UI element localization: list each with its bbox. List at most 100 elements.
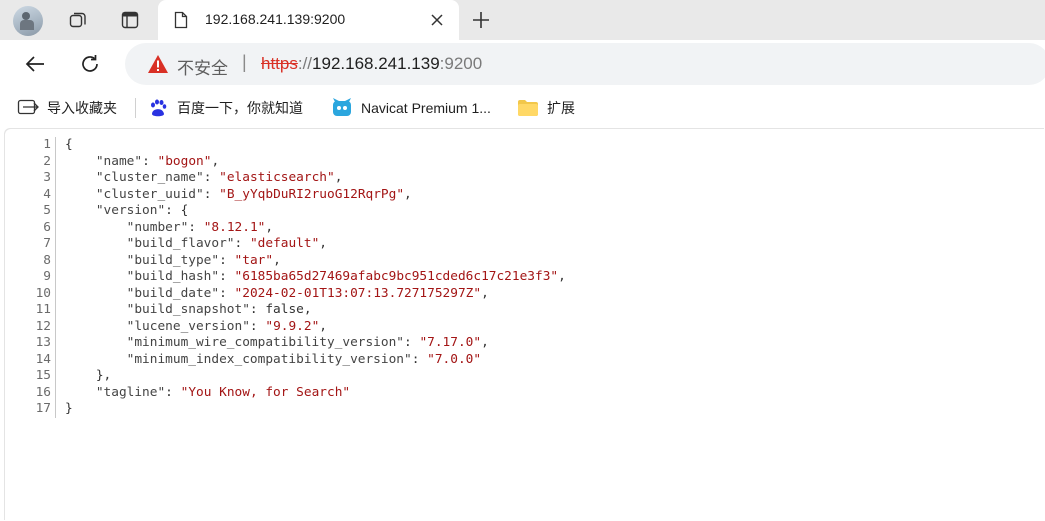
bookmarks-bar: 导入收藏夹 百度一下，你就知道 Navicat Premium 1... 扩展 [0, 88, 1045, 128]
bookmark-label: 百度一下，你就知道 [177, 100, 303, 116]
json-source-text: "name": "bogon", [95, 153, 220, 169]
bookmark-baidu[interactable]: 百度一下，你就知道 [147, 96, 303, 120]
workspaces-icon[interactable] [66, 8, 90, 32]
refresh-icon[interactable] [78, 52, 102, 76]
json-line: 11 "build_snapshot": false, [5, 302, 566, 319]
gutter-divider [55, 252, 56, 269]
gutter-divider [55, 318, 56, 335]
security-separator: | [242, 52, 247, 72]
gutter-divider [55, 351, 56, 368]
gutter-divider [55, 269, 56, 286]
line-number: 7 [43, 236, 51, 251]
gutter-divider [55, 368, 56, 385]
gutter-divider [55, 335, 56, 352]
gutter-divider [55, 401, 56, 418]
url-scheme-separator: :// [297, 54, 313, 73]
warning-triangle-icon[interactable] [147, 54, 169, 79]
gutter-divider [55, 302, 56, 319]
bookmark-navicat[interactable]: Navicat Premium 1... [331, 96, 491, 120]
gutter-divider [55, 153, 56, 170]
json-line: 5 "version": { [5, 203, 566, 220]
gutter-divider [55, 384, 56, 401]
navicat-icon [331, 97, 353, 119]
page-content: 1{2 "name": "bogon", 3 "cluster_name": "e… [5, 129, 1045, 521]
json-line: 7 "build_flavor": "default", [5, 236, 566, 253]
line-number: 17 [35, 401, 51, 416]
json-source-text: "minimum_wire_compatibility_version": "7… [126, 335, 489, 350]
json-source-text: "minimum_index_compatibility_version": "… [126, 351, 482, 367]
back-arrow-icon[interactable] [23, 52, 47, 76]
folder-icon [517, 97, 539, 119]
line-number: 10 [35, 285, 51, 301]
json-line: 16 "tagline": "You Know, for Search" [5, 384, 566, 401]
bookmark-label: 导入收藏夹 [47, 100, 117, 116]
line-number: 11 [35, 302, 51, 317]
json-source-text: "build_flavor": "default", [126, 236, 328, 251]
json-line: 14 "minimum_index_compatibility_version"… [5, 351, 566, 368]
close-tab-icon[interactable] [429, 12, 445, 28]
json-line: 9 "build_hash": "6185ba65d27469afabc9bc9… [5, 269, 566, 286]
json-source-text: "number": "8.12.1", [126, 219, 274, 235]
page-icon [173, 11, 189, 34]
line-number: 12 [35, 318, 51, 334]
new-tab-button[interactable] [470, 9, 492, 31]
line-number: 3 [43, 170, 51, 185]
line-number: 6 [43, 219, 51, 235]
line-number: 9 [43, 269, 51, 284]
json-source-text: "cluster_uuid": "B_yYqbDuRI2ruoG12RqrPg"… [95, 186, 412, 202]
json-viewer: 1{2 "name": "bogon", 3 "cluster_name": "e… [5, 137, 566, 418]
json-line: 17} [5, 401, 566, 418]
bookmark-label: Navicat Premium 1... [361, 100, 491, 116]
tab-strip: 192.168.241.139:9200 [0, 0, 1045, 40]
json-source-text: "cluster_name": "elasticsearch", [95, 170, 343, 185]
line-number: 15 [35, 368, 51, 383]
url-text[interactable]: https://192.168.241.139:9200 [261, 54, 482, 74]
json-source-text: "version": { [95, 203, 189, 218]
avatar-body-shape [20, 20, 34, 30]
gutter-divider [55, 285, 56, 302]
json-line: 8 "build_type": "tar", [5, 252, 566, 269]
json-line: 12 "lucene_version": "9.9.2", [5, 318, 566, 335]
json-source-text: "build_hash": "6185ba65d27469afabc9bc951… [126, 269, 566, 284]
line-number: 8 [43, 252, 51, 268]
json-source-text: } [65, 401, 73, 416]
navigation-toolbar: 不安全 | https://192.168.241.139:9200 [0, 40, 1045, 88]
json-source-text: "build_snapshot": false, [126, 302, 312, 317]
gutter-divider [55, 170, 56, 187]
gutter-divider [55, 219, 56, 236]
json-source-text: "tagline": "You Know, for Search" [95, 384, 351, 400]
json-source-text: "build_type": "tar", [126, 252, 281, 268]
line-number: 16 [35, 384, 51, 400]
import-favorites-icon [17, 97, 39, 119]
bookmark-folder-extensions[interactable]: 扩展 [517, 96, 575, 120]
json-source-text: { [65, 137, 73, 152]
url-port: :9200 [439, 54, 483, 73]
line-number: 2 [43, 153, 51, 169]
avatar-head-shape [22, 12, 30, 20]
tab-active[interactable]: 192.168.241.139:9200 [158, 0, 459, 40]
line-number: 5 [43, 203, 51, 218]
json-line: 2 "name": "bogon", [5, 153, 566, 170]
profile-avatar[interactable] [13, 6, 43, 36]
line-number: 14 [35, 351, 51, 367]
tab-actions-icon[interactable] [118, 8, 142, 32]
line-number: 13 [35, 335, 51, 350]
line-number: 4 [43, 186, 51, 202]
json-line: 3 "cluster_name": "elasticsearch", [5, 170, 566, 187]
gutter-divider [55, 236, 56, 253]
security-label[interactable]: 不安全 [177, 54, 228, 79]
bookmark-label: 扩展 [547, 100, 575, 116]
gutter-divider [55, 137, 56, 154]
address-bar[interactable]: 不安全 | https://192.168.241.139:9200 [125, 43, 1045, 85]
bookmarks-divider [135, 98, 136, 118]
line-number: 1 [43, 137, 51, 152]
json-line: 15 }, [5, 368, 566, 385]
bookmark-import-favorites[interactable]: 导入收藏夹 [17, 96, 117, 120]
json-source-text: }, [65, 368, 112, 383]
json-source-text: "lucene_version": "9.9.2", [126, 318, 328, 334]
baidu-paw-icon [147, 97, 169, 119]
url-scheme: https [261, 54, 298, 73]
json-line: 6 "number": "8.12.1", [5, 219, 566, 236]
gutter-divider [55, 203, 56, 220]
json-line: 13 "minimum_wire_compatibility_version":… [5, 335, 566, 352]
